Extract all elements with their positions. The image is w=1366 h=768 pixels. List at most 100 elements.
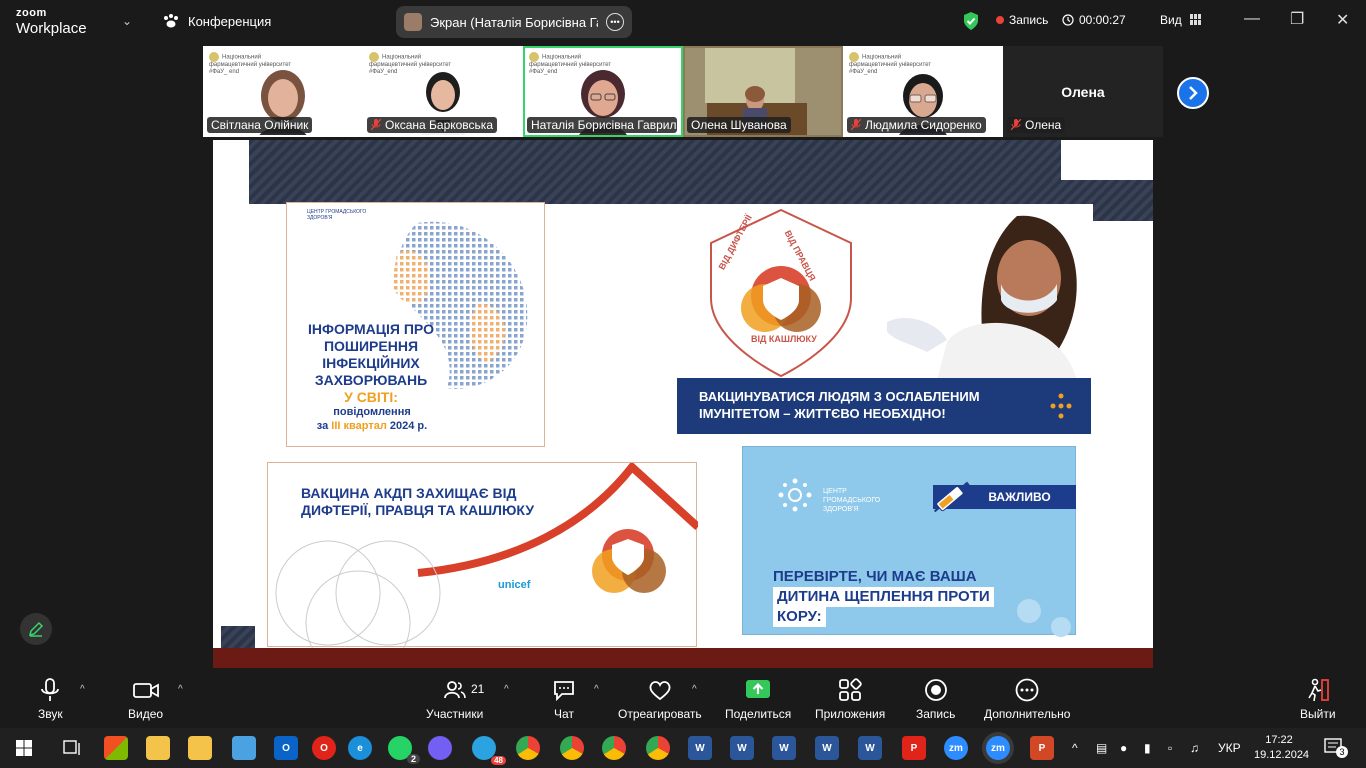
card1-subtitle: повідомлення за III квартал 2024 р. bbox=[307, 405, 437, 433]
meeting-info-button[interactable]: Конференция bbox=[162, 13, 271, 29]
title-bar: zoom Workplace ⌄ Конференция Экран (Ната… bbox=[0, 0, 1366, 44]
clock-date: 19.12.2024 bbox=[1254, 749, 1310, 761]
view-button[interactable]: Вид bbox=[1160, 13, 1204, 27]
react-button[interactable]: Отреагировать bbox=[618, 678, 702, 721]
view-label: Вид bbox=[1160, 13, 1182, 27]
participant-name-label: Оксана Барковська bbox=[367, 117, 497, 133]
meeting-toolbar: Звук ^ Видео ^ Участники 21 ^ Чат ^ Отре… bbox=[0, 670, 1366, 728]
word-icon[interactable]: W bbox=[730, 736, 754, 760]
opera-icon[interactable]: O bbox=[312, 736, 336, 760]
participant-name-label: Олена bbox=[1007, 117, 1066, 133]
zoom-window: zoom Workplace ⌄ Конференция Экран (Ната… bbox=[0, 0, 1366, 768]
encryption-shield-icon[interactable] bbox=[962, 11, 980, 31]
chrome-icon[interactable] bbox=[646, 736, 670, 760]
akdp-vaccine-card: ВАКЦИНА АКДП ЗАХИЩАЄ ВІД ДИФТЕРІЇ, ПРАВЦ… bbox=[267, 462, 698, 648]
pdf-icon[interactable]: P bbox=[902, 736, 926, 760]
virus-graphic bbox=[1017, 599, 1071, 637]
recording-indicator[interactable]: Запись bbox=[996, 13, 1048, 27]
paw-icon bbox=[164, 14, 178, 28]
windows-start-icon[interactable] bbox=[16, 740, 32, 756]
word-icon[interactable]: W bbox=[815, 736, 839, 760]
more-button[interactable]: Дополнительно bbox=[984, 678, 1070, 721]
mic-muted-icon bbox=[851, 119, 861, 131]
important-label: ВАЖЛИВО bbox=[988, 490, 1051, 504]
card4-brand: ЦЕНТР ГРОМАДСЬКОГО ЗДОРОВ'Я bbox=[823, 488, 881, 513]
leave-button[interactable]: Выйти bbox=[1300, 678, 1336, 721]
card1-sub1: повідомлення bbox=[333, 406, 411, 418]
edge-icon[interactable]: e bbox=[348, 736, 372, 760]
participant-tile-active-speaker[interactable]: Національний фармацевтичний університет … bbox=[523, 46, 683, 137]
mic-tray-icon[interactable]: ● bbox=[1120, 741, 1127, 755]
record-button[interactable]: Запись bbox=[916, 678, 955, 721]
chat-options-caret[interactable]: ^ bbox=[594, 684, 599, 695]
app-cube-icon[interactable] bbox=[232, 736, 256, 760]
restore-icon[interactable]: ❐ bbox=[1290, 9, 1304, 29]
chrome-icon[interactable] bbox=[602, 736, 626, 760]
participants-options-caret[interactable]: ^ bbox=[504, 684, 509, 695]
screen-share-pill[interactable]: Экран (Наталія Борисівна Гаврилюк) ••• bbox=[396, 6, 632, 38]
next-page-button[interactable] bbox=[1177, 77, 1209, 109]
record-icon bbox=[924, 679, 947, 701]
word-icon[interactable]: W bbox=[858, 736, 882, 760]
viber-icon[interactable] bbox=[428, 736, 452, 760]
more-options-icon[interactable]: ••• bbox=[606, 13, 624, 31]
react-options-caret[interactable]: ^ bbox=[692, 684, 697, 695]
audio-options-caret[interactable]: ^ bbox=[80, 684, 85, 695]
meeting-name: Конференция bbox=[188, 13, 272, 29]
participant-tile[interactable]: Національний фармацевтичний університет … bbox=[363, 46, 523, 137]
windows-taskbar: O O e 2 48 W W W W W P zm zm P ^ ▤ ● ▮ ▫… bbox=[0, 728, 1366, 768]
camera-tray-icon[interactable]: ▤ bbox=[1096, 741, 1107, 755]
participant-name-label: Олена Шуванова bbox=[687, 117, 791, 133]
word-icon[interactable]: W bbox=[688, 736, 712, 760]
folder-icon[interactable] bbox=[146, 736, 170, 760]
participant-tile[interactable]: Олена Шуванова bbox=[683, 46, 843, 137]
store-icon[interactable] bbox=[104, 736, 128, 760]
participant-tile[interactable]: Олена Олена bbox=[1003, 46, 1163, 137]
woman-vaccination-photo bbox=[887, 215, 1077, 380]
more-icon bbox=[1015, 678, 1039, 702]
battery-icon[interactable]: ▮ bbox=[1144, 741, 1151, 755]
telegram-icon[interactable]: 48 bbox=[472, 736, 506, 765]
chevron-down-icon[interactable]: ⌄ bbox=[122, 14, 132, 28]
minimize-icon[interactable]: — bbox=[1244, 10, 1260, 28]
measles-question-line-2: ДИТИНА ЩЕПЛЕННЯ ПРОТИ bbox=[773, 587, 994, 607]
annotate-button[interactable] bbox=[20, 613, 52, 645]
share-button[interactable]: Поделиться bbox=[725, 678, 791, 721]
video-options-caret[interactable]: ^ bbox=[178, 684, 183, 695]
participant-tile[interactable]: Національний фармацевтичний університет … bbox=[843, 46, 1003, 137]
chrome-icon[interactable] bbox=[560, 736, 584, 760]
language-indicator[interactable]: УКР bbox=[1218, 741, 1241, 755]
audio-button[interactable]: Звук bbox=[38, 678, 63, 721]
shared-screen: ЦЕНТР ГРОМАДСЬКОГО ЗДОРОВ'Я ІНФОРМАЦІЯ П… bbox=[213, 140, 1153, 668]
apps-button[interactable]: Приложения bbox=[815, 678, 885, 721]
zoom-meeting-icon[interactable]: zm bbox=[986, 736, 1010, 760]
volume-icon[interactable]: ♫ bbox=[1190, 741, 1199, 755]
chrome-icon[interactable] bbox=[516, 736, 540, 760]
video-button[interactable]: Видео bbox=[128, 678, 163, 721]
folder-icon[interactable] bbox=[188, 736, 212, 760]
participant-tile[interactable]: Національний фармацевтичний університет … bbox=[203, 46, 363, 137]
clock-icon bbox=[1062, 14, 1074, 26]
network-icon[interactable]: ▫ bbox=[1168, 741, 1172, 755]
card1-title-text: ІНФОРМАЦІЯ ПРО ПОШИРЕННЯ ІНФЕКЦІЙНИХ ЗАХ… bbox=[308, 321, 434, 388]
notification-center-icon[interactable]: 3 bbox=[1324, 738, 1348, 761]
more-label: Дополнительно bbox=[984, 707, 1071, 721]
word-icon[interactable]: W bbox=[772, 736, 796, 760]
whatsapp-icon[interactable]: 2 bbox=[388, 736, 420, 764]
banner-line-2: ІМУНІТЕТОМ – ЖИТТЄВО НЕОБХІДНО! bbox=[699, 406, 946, 421]
akdp-graphic bbox=[275, 463, 698, 648]
system-clock[interactable]: 17:22 19.12.2024 bbox=[1254, 733, 1310, 763]
close-icon[interactable]: ✕ bbox=[1336, 10, 1349, 30]
task-view-icon[interactable] bbox=[60, 736, 84, 760]
chat-icon bbox=[554, 681, 574, 702]
vaccination-card: ВІД ДИФТЕРІЇ ВІД ПРАВЦЯ ВІД КАШЛЮКУ ВАКЦ… bbox=[677, 204, 1093, 434]
grid-view-icon bbox=[1189, 14, 1201, 25]
outlook-icon[interactable]: O bbox=[274, 736, 298, 760]
chat-button[interactable]: Чат bbox=[552, 678, 576, 721]
zoom-icon[interactable]: zm bbox=[944, 736, 968, 760]
participant-name: Наталія Борисівна Гаврилюк bbox=[531, 118, 677, 132]
tray-expand-icon[interactable]: ^ bbox=[1072, 741, 1078, 755]
apps-icon bbox=[839, 678, 862, 701]
vaccine-shield-graphic bbox=[710, 208, 852, 378]
powerpoint-icon[interactable]: P bbox=[1030, 736, 1054, 760]
